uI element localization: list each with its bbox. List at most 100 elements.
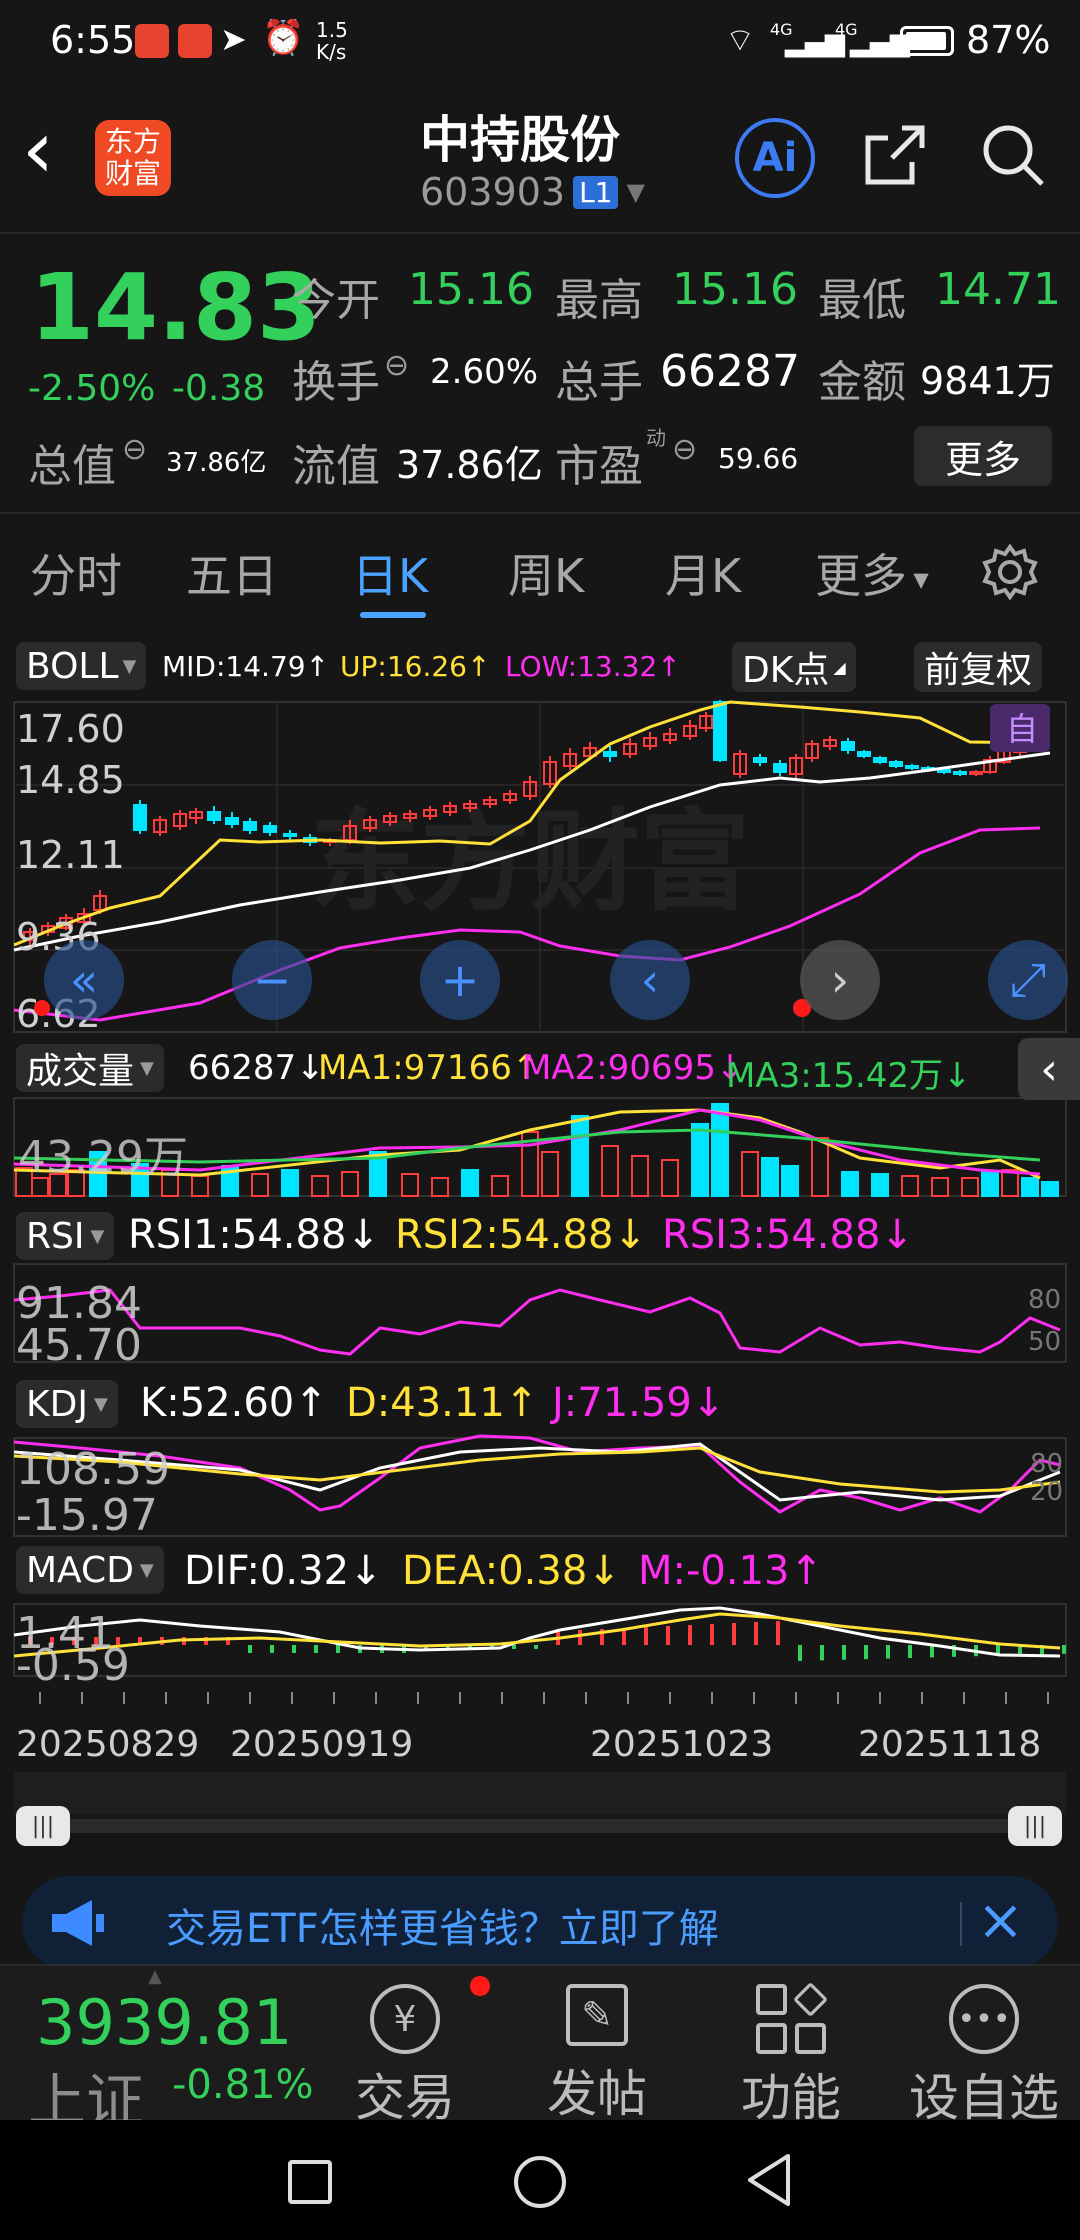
nav-trade[interactable]: ¥ 交易 [340,1984,470,2130]
mktcap-info-icon[interactable]: ⊖ [122,432,147,467]
back-nav-icon[interactable] [744,2152,794,2208]
kdj-y-max: 108.59 [16,1444,170,1495]
volume-bar [1001,1169,1019,1197]
macd-caret-icon: ▼ [139,1559,154,1581]
tab-weekly-k[interactable]: 周K [508,540,584,606]
low-label: 最低 [818,275,906,326]
turnover-info-icon[interactable]: ⊖ [384,348,409,383]
tab-monthly-k[interactable]: 月K [665,540,741,606]
home-icon[interactable] [514,2156,566,2208]
candlestick [263,825,277,833]
candlestick [889,761,903,767]
tab-more[interactable]: 更多 ▼ [815,540,929,606]
nav-post[interactable]: ✎ 发帖 [532,1984,662,2126]
macd-selector[interactable]: MACD ▼ [16,1546,164,1594]
volume-ma2: MA2:90695↓ [522,1048,745,1088]
mktcap-value: 37.86亿 [166,448,267,478]
rsi-line [13,1288,1061,1356]
range-scrollbar-track[interactable] [40,1819,1040,1833]
high-value: 15.16 [672,264,798,315]
candlestick [713,701,727,761]
volume-bar [631,1155,649,1197]
volume-bar [311,1175,329,1197]
alarm-icon: ⏰ [262,18,305,58]
status-time: 6:55 [50,18,136,62]
dk-button[interactable]: DK点 ◢ [732,642,856,692]
candlestick [603,751,617,757]
stock-name: 中持股份 [420,111,620,169]
nav-add-watchlist[interactable]: ••• 设自选 [894,1984,1074,2130]
chart-settings-gear-icon[interactable] [980,542,1040,602]
pan-left-icon[interactable]: ‹ [610,940,690,1020]
pan-right-icon[interactable]: › [800,940,880,1020]
date-tick: 20250829 [16,1724,199,1765]
candlestick [773,763,787,773]
close-icon[interactable]: × [977,1888,1024,1953]
share-icon[interactable] [862,122,928,188]
system-nav-bar [0,2120,1080,2240]
tab-daily-k[interactable]: 日K [352,540,428,606]
volume-bar [541,1151,559,1197]
boll-y-tick: 12.11 [16,833,125,877]
range-handle-left[interactable]: ||| [16,1806,70,1846]
kdj-caret-icon: ▼ [93,1393,108,1415]
promo-text[interactable]: 交易ETF怎样更省钱？立即了解 [166,1896,719,1954]
adjust-button[interactable]: 前复权 [914,642,1043,692]
turnover-label: 换手 [292,357,380,408]
tab-five-day[interactable]: 五日 [186,540,278,606]
back-icon[interactable]: ‹ [22,110,54,190]
zoom-in-icon[interactable]: + [420,940,500,1020]
divider [0,512,1080,514]
volume-selector[interactable]: 成交量 ▼ [16,1044,164,1092]
boll-name: BOLL [26,645,119,687]
index-value[interactable]: 3939.81 [36,1986,292,2059]
tab-more-caret-icon: ▼ [907,567,929,592]
volume-bar [401,1173,419,1197]
rsi-ref-50: 50 [1028,1327,1061,1357]
rsi-selector[interactable]: RSI ▼ [16,1212,115,1260]
rsi-grid [13,1263,1067,1363]
zoom-out-icon[interactable]: − [232,940,312,1020]
nav-post-label: 发帖 [547,2065,647,2123]
volume-bar [281,1169,299,1197]
more-button[interactable]: 更多 [914,426,1052,486]
pe-info-icon[interactable]: ⊖ [672,432,697,467]
recent-apps-icon[interactable] [288,2160,332,2204]
rsi3-value: RSI3:54.88↓ [662,1212,914,1258]
volume-ma1: MA1:97166↑ [318,1048,541,1088]
boll-selector[interactable]: BOLL ▼ [16,642,147,690]
boll-mid: MID:14.79↑ [162,650,330,683]
tab-timeshare[interactable]: 分时 [30,540,122,606]
change-pct: -2.50% [28,368,156,409]
quote-panel: 14.83 -2.50% -0.38 今开 15.16 最高 15.16 最低 … [0,236,1080,510]
volume-bar [901,1175,919,1197]
scroll-start-icon[interactable]: « [44,940,124,1020]
candlestick [753,757,767,763]
volume-bar [491,1175,509,1197]
rsi-caret-icon: ▼ [90,1225,105,1247]
nav-functions[interactable]: 功能 [726,1981,856,2130]
ai-button[interactable]: Ai [735,118,815,198]
index-change: -0.81% [172,2062,314,2108]
volume-value: 66287 [660,346,800,397]
candlestick [207,811,221,821]
search-icon[interactable] [978,120,1048,190]
buy-point-dot [34,1000,50,1016]
volume-bar [741,1151,759,1197]
kdj-d-line [13,1446,1061,1494]
bottom-nav: ▲ 3939.81 上证 -0.81% ¥ 交易 ✎ 发帖 功能 ••• 设自选 [0,1964,1080,2135]
kdj-selector[interactable]: KDJ ▼ [16,1380,118,1428]
volume-axis-max: 43.29万 [18,1132,188,1183]
float-value: 37.86亿 [396,443,543,487]
header: ‹ 东方 财富 中持股份 603903 L1 ▼ Ai [0,90,1080,230]
index-caret-icon: ▲ [148,1966,162,1987]
fullscreen-icon[interactable]: ⤢ [988,940,1068,1020]
macd-m-value: M:-0.13↑ [638,1548,823,1594]
rsi-name: RSI [26,1215,85,1257]
stock-code[interactable]: 603903 L1 ▼ [420,170,645,214]
promo-banner[interactable]: 交易ETF怎样更省钱？立即了解 × [22,1876,1058,1970]
volume-bar [871,1173,889,1197]
range-handle-right[interactable]: ||| [1008,1806,1062,1846]
net-speed: 1.5 [316,18,348,42]
collapse-panel-button[interactable]: ‹ [1018,1038,1080,1100]
